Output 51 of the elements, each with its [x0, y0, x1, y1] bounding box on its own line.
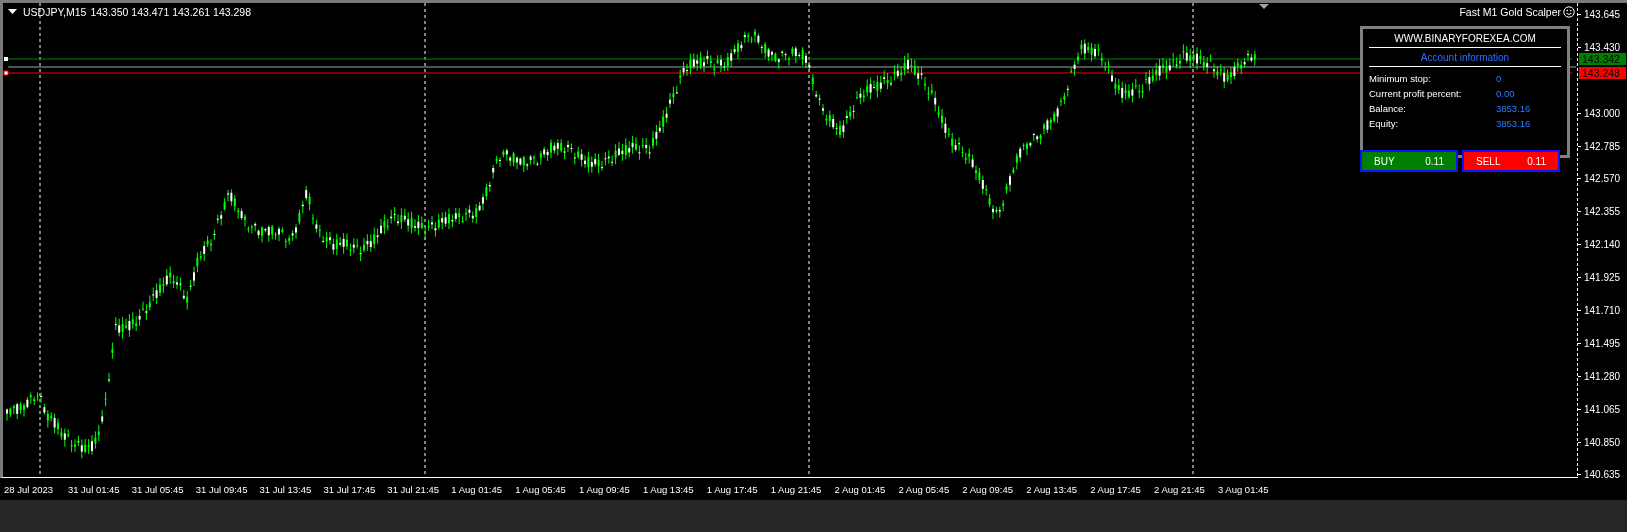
buy-button[interactable]: BUY 0.11: [1360, 150, 1458, 172]
price-label: 140.850: [1584, 436, 1621, 448]
time-label: 3 Aug 01:45: [1217, 483, 1269, 495]
price-label: 141.495: [1584, 337, 1621, 349]
expert-name: Fast M1 Gold Scalper: [1459, 6, 1561, 18]
price-label: 143.000: [1584, 107, 1621, 119]
price-label: 140.635: [1584, 469, 1621, 481]
time-label: 31 Jul 09:45: [195, 483, 248, 495]
time-label: 2 Aug 01:45: [834, 483, 886, 495]
time-label: 1 Aug 21:45: [770, 483, 822, 495]
time-label: 1 Aug 05:45: [515, 483, 566, 495]
time-label: 31 Jul 17:45: [323, 483, 376, 495]
time-label: 2 Aug 21:45: [1154, 483, 1205, 495]
time-label: 2 Aug 09:45: [962, 483, 1014, 495]
price-label: 142.785: [1584, 140, 1621, 152]
panel-heading: Account information: [1419, 52, 1511, 63]
price-label: 141.065: [1584, 403, 1621, 415]
time-label: 1 Aug 09:45: [579, 483, 630, 495]
time-label: 1 Aug 13:45: [642, 483, 694, 495]
price-label: 143.645: [1584, 8, 1621, 20]
price-label: 141.710: [1584, 304, 1621, 316]
time-label: 2 Aug 17:45: [1090, 483, 1141, 495]
price-label: 142.140: [1584, 239, 1621, 251]
website-title: WWW.BINARYFOREXEA.COM: [1393, 33, 1537, 44]
time-label: 31 Jul 13:45: [259, 483, 312, 495]
price-label: 142.570: [1584, 173, 1621, 185]
info-label: Minimum stop:: [1369, 73, 1432, 84]
info-label: Balance:: [1369, 103, 1407, 114]
price-label: 142.355: [1584, 206, 1621, 218]
time-label: 31 Jul 21:45: [387, 483, 440, 495]
symbol-label: USDJPY,M15: [23, 6, 87, 18]
price-tag: 143.342: [1579, 53, 1626, 65]
info-value: 0: [1496, 73, 1502, 84]
info-label: Current profit percent:: [1369, 88, 1463, 99]
info-value: 0.00: [1496, 88, 1515, 99]
info-label: Equity:: [1369, 118, 1400, 129]
price-label: 143.430: [1584, 41, 1621, 53]
info-value: 3853.16: [1496, 118, 1531, 129]
time-label: 28 Jul 2023: [4, 483, 54, 495]
time-label: 1 Aug 01:45: [451, 483, 502, 495]
price-label: 141.280: [1584, 370, 1621, 382]
sell-button[interactable]: SELL 0.11: [1462, 150, 1560, 172]
time-label: 2 Aug 13:45: [1026, 483, 1077, 495]
time-label: 1 Aug 17:45: [706, 483, 758, 495]
price-label: 141.925: [1584, 272, 1621, 284]
time-label: 2 Aug 05:45: [898, 483, 950, 495]
price-tag: 143.248: [1579, 67, 1626, 79]
ohlc-values: 143.350 143.471 143.261 143.298: [90, 6, 251, 18]
time-label: 31 Jul 05:45: [131, 483, 184, 495]
time-label: 31 Jul 01:45: [67, 483, 120, 495]
info-value: 3853.16: [1496, 103, 1531, 114]
